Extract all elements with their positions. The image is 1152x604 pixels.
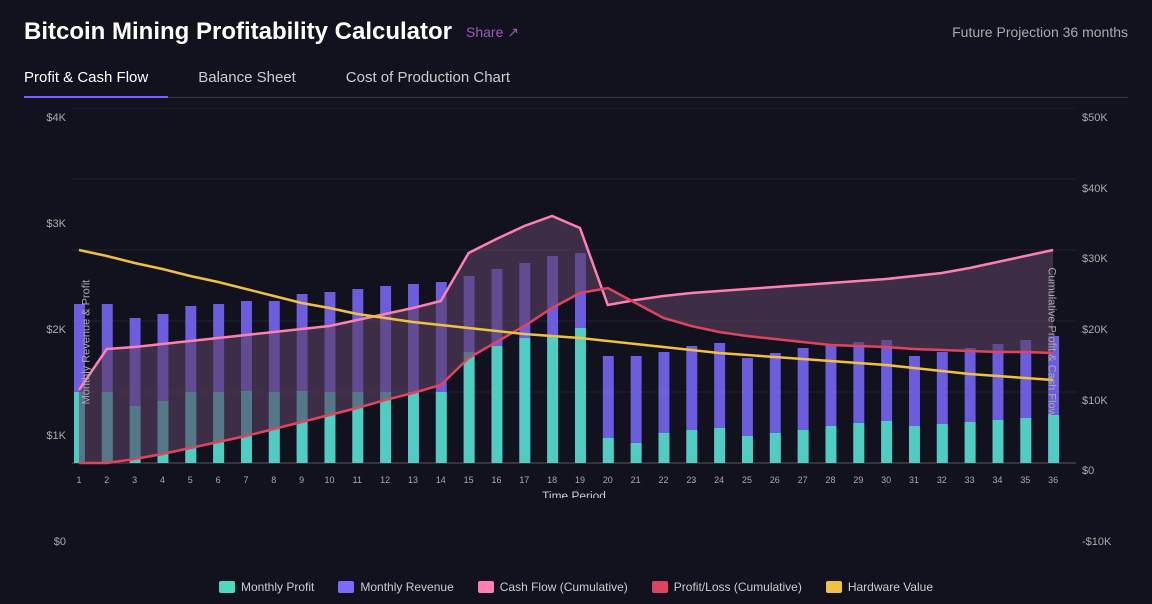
title-area: Bitcoin Mining Profitability Calculator … xyxy=(24,18,519,46)
y-axis-left: $4K $3K $2K $1K $0 xyxy=(24,108,72,576)
svg-text:4: 4 xyxy=(160,475,165,485)
svg-text:9: 9 xyxy=(299,475,304,485)
legend-label-profit-loss: Profit/Loss (Cumulative) xyxy=(674,580,802,594)
chart-main: Monthly Revenue & Profit Cumulative Prof… xyxy=(72,108,1076,576)
legend-label-monthly-revenue: Monthly Revenue xyxy=(360,580,453,594)
tabs-row: Profit & Cash Flow Balance Sheet Cost of… xyxy=(24,60,1128,98)
svg-text:5: 5 xyxy=(188,475,193,485)
svg-text:6: 6 xyxy=(216,475,221,485)
chart-area: $4K $3K $2K $1K $0 Monthly Revenue & Pro… xyxy=(24,108,1128,594)
legend-swatch-hardware-value xyxy=(826,581,842,593)
svg-text:10: 10 xyxy=(324,475,334,485)
svg-text:20: 20 xyxy=(603,475,613,485)
svg-text:14: 14 xyxy=(436,475,446,485)
y-right-label: Cumulative Profit & Cash Flow xyxy=(1045,267,1057,416)
svg-text:2: 2 xyxy=(104,475,109,485)
legend-profit-loss: Profit/Loss (Cumulative) xyxy=(652,580,802,594)
svg-text:22: 22 xyxy=(658,475,668,485)
legend-swatch-profit-loss xyxy=(652,581,668,593)
tab-cost-production[interactable]: Cost of Production Chart xyxy=(346,61,530,98)
chart-svg: 1 2 3 4 5 6 7 8 9 10 11 12 13 14 15 16 1 xyxy=(72,108,1076,498)
svg-text:18: 18 xyxy=(547,475,557,485)
svg-text:33: 33 xyxy=(965,475,975,485)
svg-text:15: 15 xyxy=(464,475,474,485)
svg-text:29: 29 xyxy=(853,475,863,485)
svg-text:36: 36 xyxy=(1048,475,1058,485)
legend-monthly-profit: Monthly Profit xyxy=(219,580,314,594)
chart-wrapper: $4K $3K $2K $1K $0 Monthly Revenue & Pro… xyxy=(24,108,1128,576)
legend-cash-flow: Cash Flow (Cumulative) xyxy=(478,580,628,594)
svg-text:35: 35 xyxy=(1020,475,1030,485)
svg-text:24: 24 xyxy=(714,475,724,485)
svg-text:13: 13 xyxy=(408,475,418,485)
svg-text:3: 3 xyxy=(132,475,137,485)
tab-balance-sheet[interactable]: Balance Sheet xyxy=(198,61,316,98)
legend-label-monthly-profit: Monthly Profit xyxy=(241,580,314,594)
svg-text:8: 8 xyxy=(271,475,276,485)
legend-swatch-cash-flow xyxy=(478,581,494,593)
svg-text:7: 7 xyxy=(243,475,248,485)
legend-label-hardware-value: Hardware Value xyxy=(848,580,933,594)
legend-row: Monthly Profit Monthly Revenue Cash Flow… xyxy=(24,580,1128,594)
legend-label-cash-flow: Cash Flow (Cumulative) xyxy=(500,580,628,594)
svg-text:Time Period: Time Period xyxy=(542,489,606,498)
svg-text:17: 17 xyxy=(519,475,529,485)
svg-text:32: 32 xyxy=(937,475,947,485)
tab-profit-cashflow[interactable]: Profit & Cash Flow xyxy=(24,61,168,98)
svg-text:34: 34 xyxy=(992,475,1002,485)
legend-swatch-monthly-revenue xyxy=(338,581,354,593)
svg-text:28: 28 xyxy=(825,475,835,485)
share-button[interactable]: Share ↗ xyxy=(466,24,519,41)
future-projection: Future Projection 36 months xyxy=(952,24,1128,40)
header-row: Bitcoin Mining Profitability Calculator … xyxy=(24,18,1128,46)
y-axis-right: $50K $40K $30K $20K $10K $0 -$10K xyxy=(1076,108,1128,576)
svg-text:25: 25 xyxy=(742,475,752,485)
legend-swatch-monthly-profit xyxy=(219,581,235,593)
legend-monthly-revenue: Monthly Revenue xyxy=(338,580,453,594)
app-container: Bitcoin Mining Profitability Calculator … xyxy=(0,0,1152,604)
svg-text:27: 27 xyxy=(798,475,808,485)
svg-text:31: 31 xyxy=(909,475,919,485)
svg-text:12: 12 xyxy=(380,475,390,485)
svg-text:21: 21 xyxy=(631,475,641,485)
svg-text:1: 1 xyxy=(76,475,81,485)
svg-text:26: 26 xyxy=(770,475,780,485)
legend-hardware-value: Hardware Value xyxy=(826,580,933,594)
svg-text:16: 16 xyxy=(491,475,501,485)
y-left-label: Monthly Revenue & Profit xyxy=(80,280,92,405)
app-title: Bitcoin Mining Profitability Calculator xyxy=(24,18,452,46)
svg-text:30: 30 xyxy=(881,475,891,485)
svg-text:19: 19 xyxy=(575,475,585,485)
svg-text:11: 11 xyxy=(353,475,362,485)
svg-text:23: 23 xyxy=(686,475,696,485)
